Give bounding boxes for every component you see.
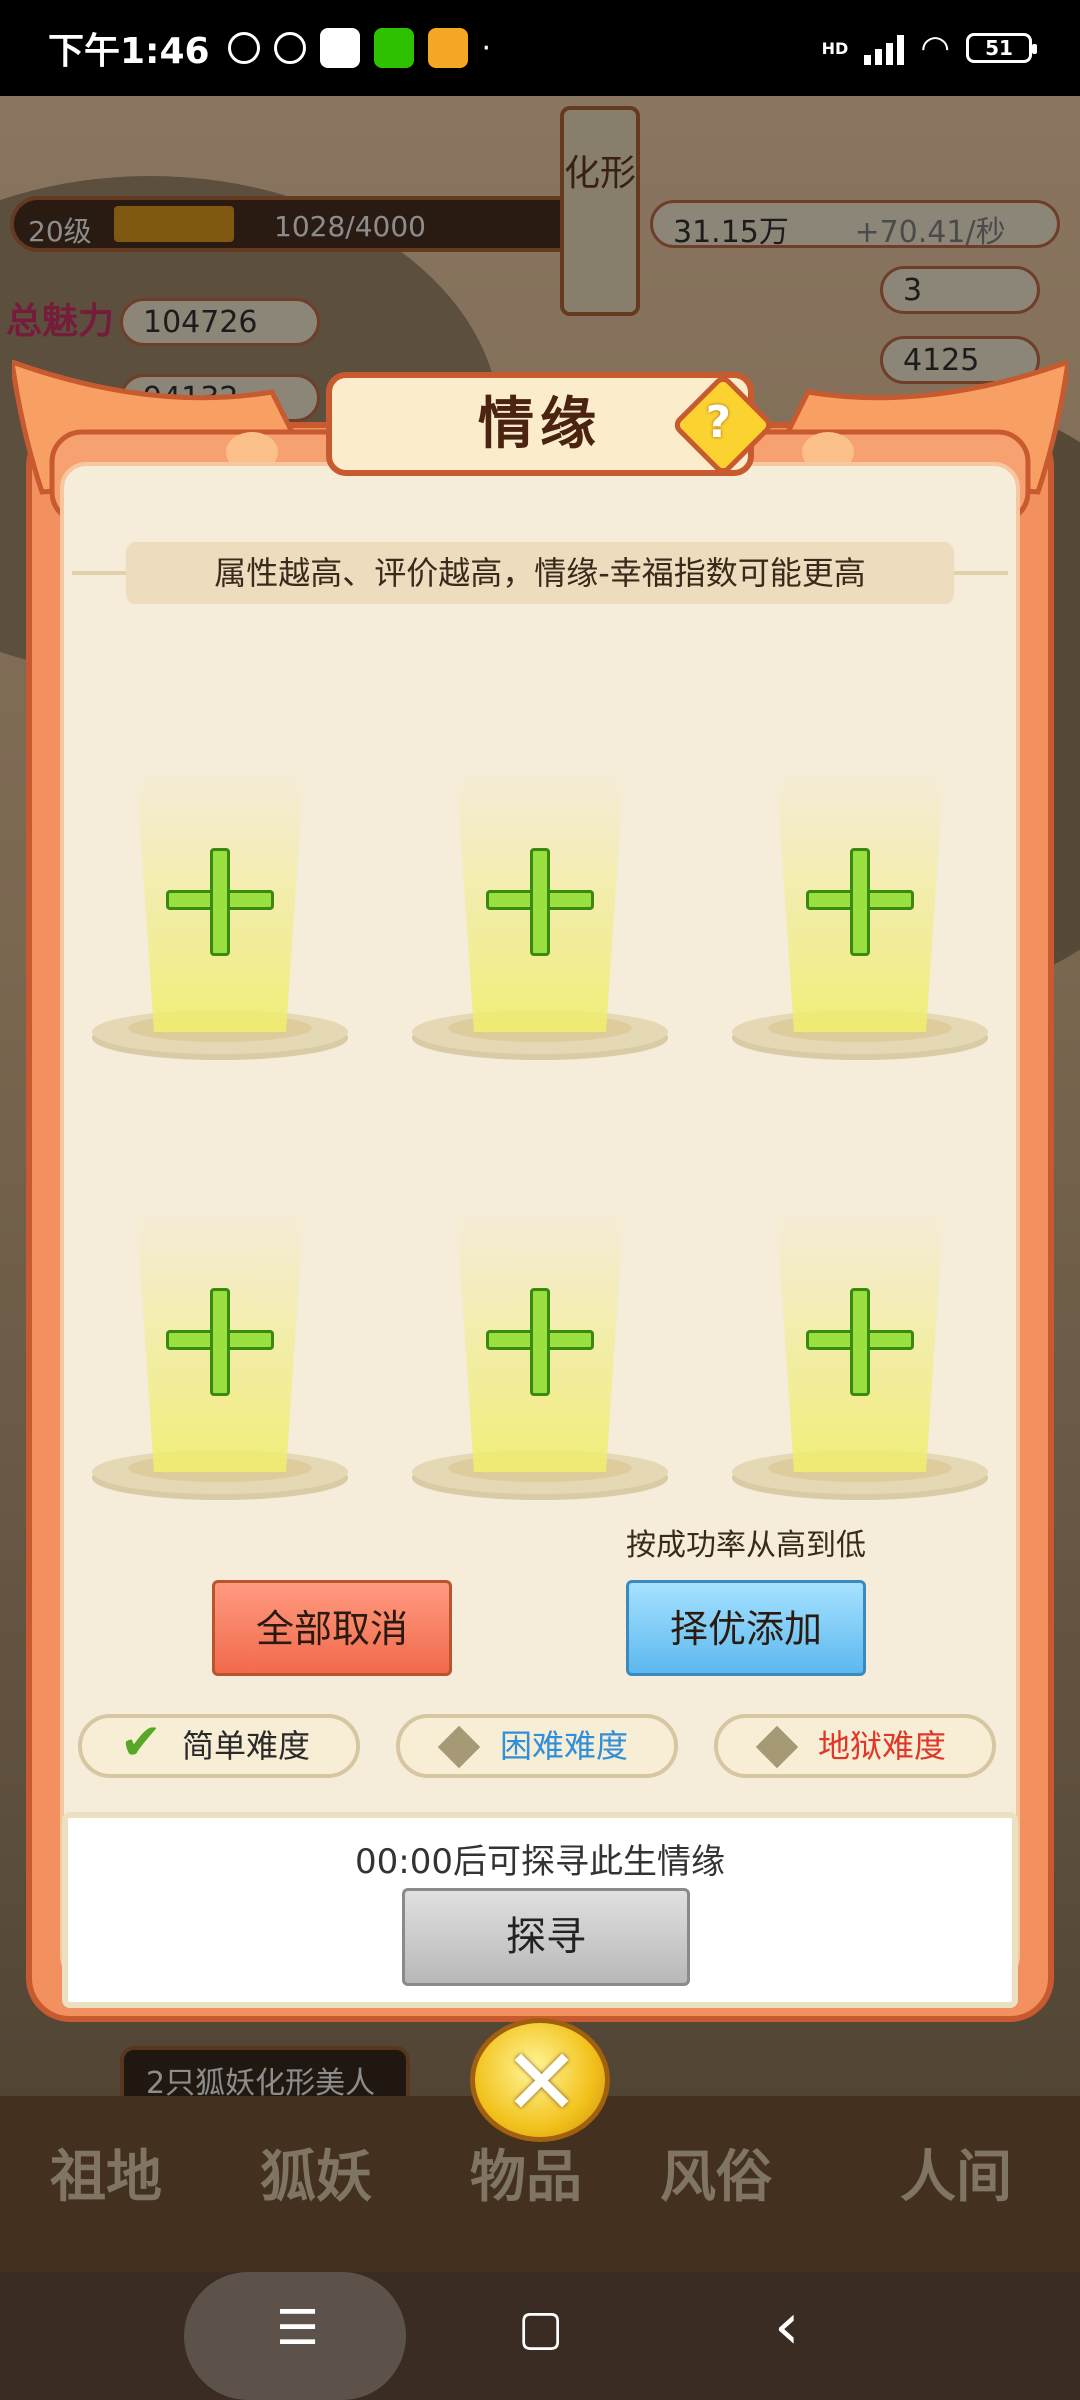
difficulty-hell[interactable]: 地狱难度 <box>714 1714 996 1778</box>
currency-value: 31.15万 +70.41/秒 <box>650 200 1060 250</box>
hd-label: HD <box>821 38 849 58</box>
charm-label: 总魅力 <box>6 301 115 342</box>
partner-slot-3[interactable] <box>732 752 988 1082</box>
add-icon <box>166 848 274 956</box>
mute-icon <box>227 32 260 64</box>
battery-level: 51 <box>985 36 1013 60</box>
menu-icon[interactable]: ☰ <box>276 2300 319 2356</box>
more-notifications-icon: · <box>481 30 492 66</box>
item1-value: 3 <box>880 266 1040 314</box>
currency-amount: 31.15万 <box>673 215 789 250</box>
difficulty-label: 地狱难度 <box>818 1727 947 1765</box>
nav-world: 人间 <box>900 2145 1012 2210</box>
dialog-title: 情缘 <box>478 391 602 457</box>
nav-customs: 风俗 <box>660 2145 772 2210</box>
sort-note: 按成功率从高到低 <box>626 1528 866 1563</box>
back-icon[interactable]: ‹ <box>774 2290 800 2364</box>
signal-icon <box>864 31 905 65</box>
add-icon <box>486 1288 594 1396</box>
difficulty-hard[interactable]: 困难难度 <box>396 1714 678 1778</box>
romance-dialog: 情缘 ? 属性越高、评价越高，情缘-幸福指数可能更高 全部取消 按成功率从高到低… <box>12 352 1068 2142</box>
auto-add-button[interactable]: 择优添加 <box>626 1580 866 1676</box>
partner-slot-4[interactable] <box>92 1192 348 1522</box>
seek-panel: 00:00后可探寻此生情缘 探寻 <box>62 1812 1018 2008</box>
battery-icon: 51 <box>966 33 1037 63</box>
seek-button[interactable]: 探寻 <box>402 1888 690 1986</box>
difficulty-label: 困难难度 <box>500 1727 629 1765</box>
player-level: 20级 <box>28 215 92 248</box>
difficulty-easy[interactable]: ✔ 简单难度 <box>78 1714 360 1778</box>
diamond-icon <box>755 1725 799 1769</box>
partner-slot-5[interactable] <box>412 1192 668 1522</box>
alarm-icon <box>273 32 306 64</box>
exp-fill <box>114 206 234 242</box>
app-notification-icon <box>319 28 360 68</box>
close-button[interactable]: ✕ <box>470 2018 610 2142</box>
countdown-text: 00:00后可探寻此生情缘 <box>355 1842 725 1882</box>
add-icon <box>166 1288 274 1396</box>
add-icon <box>806 848 914 956</box>
partner-slot-6[interactable] <box>732 1192 988 1522</box>
add-icon <box>806 1288 914 1396</box>
partner-slot-1[interactable] <box>92 752 348 1082</box>
exp-text: 1028/4000 <box>274 210 426 243</box>
wifi-icon: ◠ <box>920 28 950 68</box>
status-bar: 下午1:46 · HD ◠ 51 <box>0 0 1080 96</box>
hint-text: 属性越高、评价越高，情缘-幸福指数可能更高 <box>126 542 954 604</box>
system-navigation-bar: ☰ ▢ ‹ <box>0 2272 1080 2400</box>
nav-items: 物品 <box>470 2145 582 2210</box>
exp-bar: 20级 1028/4000 <box>10 196 600 252</box>
currency-rate: +70.41/秒 <box>854 215 1006 250</box>
close-icon: ✕ <box>503 2029 581 2136</box>
transform-banner: 化形 <box>560 106 640 316</box>
nav-fox: 狐妖 <box>260 2145 372 2210</box>
diamond-icon <box>437 1725 481 1769</box>
status-time: 下午1:46 <box>48 31 210 72</box>
message-icon <box>427 28 468 68</box>
partner-slot-2[interactable] <box>412 752 668 1082</box>
nav-ancestral: 祖地 <box>50 2145 162 2210</box>
checkmark-icon: ✔ <box>120 1713 162 1771</box>
home-icon[interactable]: ▢ <box>518 2300 563 2356</box>
wechat-icon <box>373 28 414 68</box>
question-icon: ? <box>705 396 732 448</box>
difficulty-label: 简单难度 <box>182 1727 311 1765</box>
charm-value: 104726 <box>120 298 320 346</box>
cancel-all-button[interactable]: 全部取消 <box>212 1580 452 1676</box>
add-icon <box>486 848 594 956</box>
